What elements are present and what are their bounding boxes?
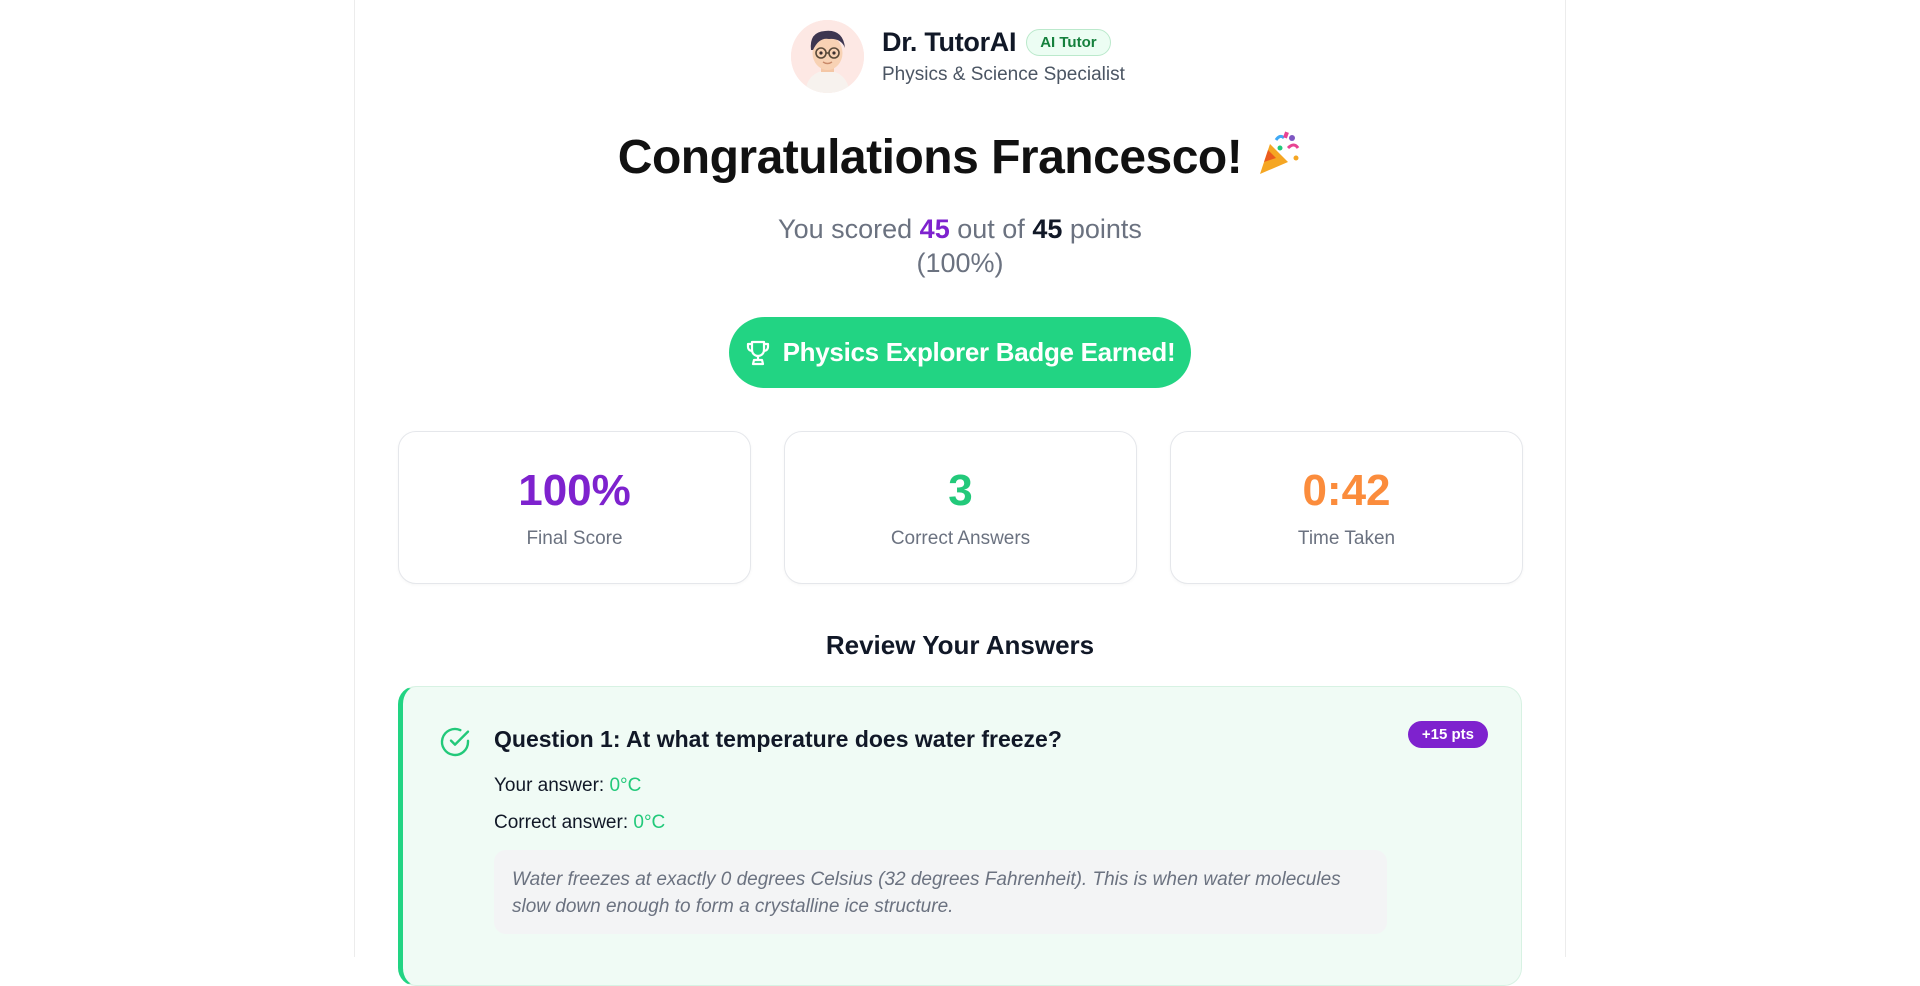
stat-value: 100% [399,466,750,516]
your-answer-line: Your answer: 0°C [494,775,641,797]
ai-tutor-badge: AI Tutor [1026,29,1110,56]
score-total: 45 [1032,214,1062,244]
correct-answer-line: Correct answer: 0°C [494,812,665,834]
question-title: Question 1: At what temperature does wat… [494,726,1062,753]
tutor-avatar [791,20,864,93]
trophy-icon [745,339,771,367]
party-popper-icon [1254,130,1302,190]
check-circle-icon [439,726,471,763]
score-summary: You scored 45 out of 45 points [0,210,1920,248]
score-prefix: You scored [778,214,912,244]
stat-label: Correct Answers [785,528,1136,550]
tutor-subtitle: Physics & Science Specialist [882,64,1125,86]
stat-card-final-score: 100% Final Score [398,431,751,584]
points-badge: +15 pts [1408,721,1488,748]
stat-card-time-taken: 0:42 Time Taken [1170,431,1523,584]
your-answer-value: 0°C [609,775,641,796]
tutor-name: Dr. TutorAI [882,27,1016,58]
stat-label: Time Taken [1171,528,1522,550]
score-value: 45 [920,214,950,244]
answer-explanation: Water freezes at exactly 0 degrees Celsi… [494,850,1387,934]
stat-value: 0:42 [1171,466,1522,516]
score-mid: out of [957,214,1025,244]
correct-answer-label: Correct answer: [494,812,628,833]
correct-answer-value: 0°C [633,812,665,833]
congratulations-heading: Congratulations Francesco! [0,130,1920,190]
tutor-header: Dr. TutorAI AI Tutor Physics & Science S… [791,20,1125,93]
review-title: Review Your Answers [0,630,1920,661]
congratulations-text: Congratulations Francesco! [618,131,1242,184]
stats-row: 100% Final Score 3 Correct Answers 0:42 … [398,431,1523,584]
your-answer-label: Your answer: [494,775,604,796]
stat-label: Final Score [399,528,750,550]
score-percent: (100%) [0,248,1920,279]
question-card: Question 1: At what temperature does wat… [398,686,1522,986]
score-suffix: points [1070,214,1142,244]
stat-value: 3 [785,466,1136,516]
badge-earned-label: Physics Explorer Badge Earned! [783,337,1176,368]
stat-card-correct-answers: 3 Correct Answers [784,431,1137,584]
badge-earned-button[interactable]: Physics Explorer Badge Earned! [729,317,1191,388]
